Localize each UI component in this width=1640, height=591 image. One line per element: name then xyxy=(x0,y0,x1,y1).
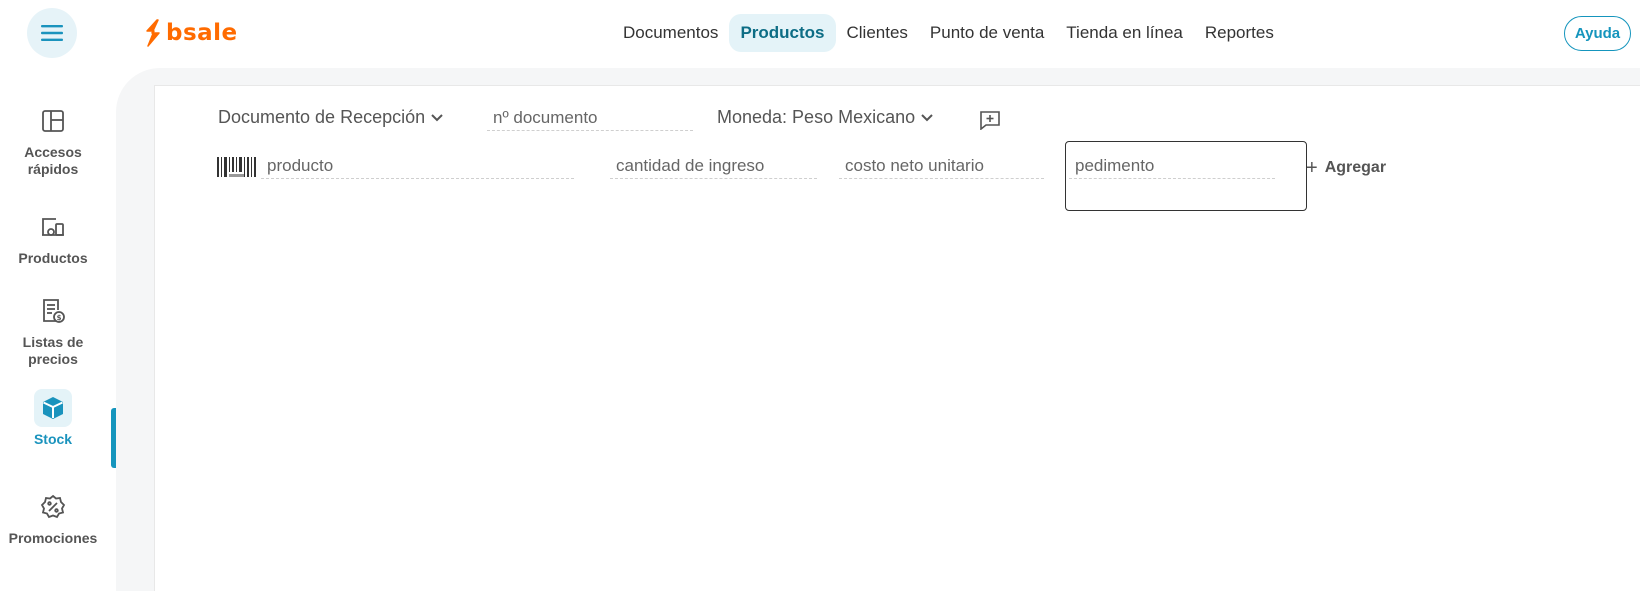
bsale-logo[interactable]: bsale xyxy=(144,17,238,49)
price-list-icon: $ xyxy=(34,292,72,330)
add-item-button[interactable]: + Agregar xyxy=(1306,157,1387,179)
add-item-label: Agregar xyxy=(1324,159,1387,176)
currency-select[interactable]: Moneda: Peso Mexicano xyxy=(717,107,933,128)
quantity-input[interactable] xyxy=(610,153,817,179)
document-type-select[interactable]: Documento de Recepción xyxy=(218,107,443,128)
chevron-down-icon xyxy=(921,113,933,121)
hamburger-icon xyxy=(41,25,63,41)
currency-value: Moneda: Peso Mexicano xyxy=(717,107,916,127)
unit-cost-input[interactable] xyxy=(839,153,1044,179)
logo-text: bsale xyxy=(166,20,238,46)
nav-documentos[interactable]: Documentos xyxy=(612,14,729,52)
plus-icon: + xyxy=(1306,157,1318,179)
bolt-logo-icon xyxy=(146,19,160,47)
svg-text:$: $ xyxy=(57,314,62,322)
top-bar: bsale Documentos Productos Clientes Punt… xyxy=(0,0,1640,66)
pedimento-input[interactable] xyxy=(1069,153,1275,179)
main-navigation: Documentos Productos Clientes Punto de v… xyxy=(612,13,1285,53)
sidebar: Accesos rápidos Productos $ Listas de pr… xyxy=(0,66,116,591)
sidebar-item-listas-de-precios[interactable]: $ Listas de precios xyxy=(0,292,106,368)
sidebar-item-accesos-rapidos[interactable]: Accesos rápidos xyxy=(0,102,106,178)
sidebar-item-label: Listas de precios xyxy=(22,334,84,367)
discount-badge-icon xyxy=(34,488,72,526)
sidebar-item-label: Stock xyxy=(33,431,73,447)
sidebar-item-promociones[interactable]: Promociones xyxy=(0,488,106,547)
add-comment-icon[interactable] xyxy=(979,110,1001,130)
nav-clientes[interactable]: Clientes xyxy=(836,14,919,52)
document-number-input[interactable] xyxy=(487,105,693,131)
nav-tienda-en-linea[interactable]: Tienda en línea xyxy=(1055,14,1194,52)
nav-productos[interactable]: Productos xyxy=(729,14,836,52)
sidebar-item-label: Productos xyxy=(18,250,88,266)
sidebar-item-stock[interactable]: Stock xyxy=(0,389,106,448)
sidebar-item-label: Promociones xyxy=(8,530,98,546)
product-input[interactable] xyxy=(261,153,574,179)
box-icon xyxy=(34,389,72,427)
sidebar-item-label: Accesos rápidos xyxy=(24,144,82,177)
chevron-down-icon xyxy=(431,113,443,121)
document-type-value: Documento de Recepción xyxy=(218,107,426,127)
sidebar-item-productos[interactable]: Productos xyxy=(0,208,106,267)
barcode-scanner-icon[interactable] xyxy=(217,155,257,181)
nav-punto-de-venta[interactable]: Punto de venta xyxy=(919,14,1055,52)
products-icon xyxy=(34,208,72,246)
hamburger-menu-button[interactable] xyxy=(27,8,77,58)
nav-reportes[interactable]: Reportes xyxy=(1194,14,1285,52)
help-button[interactable]: Ayuda xyxy=(1564,16,1631,51)
layout-icon xyxy=(34,102,72,140)
